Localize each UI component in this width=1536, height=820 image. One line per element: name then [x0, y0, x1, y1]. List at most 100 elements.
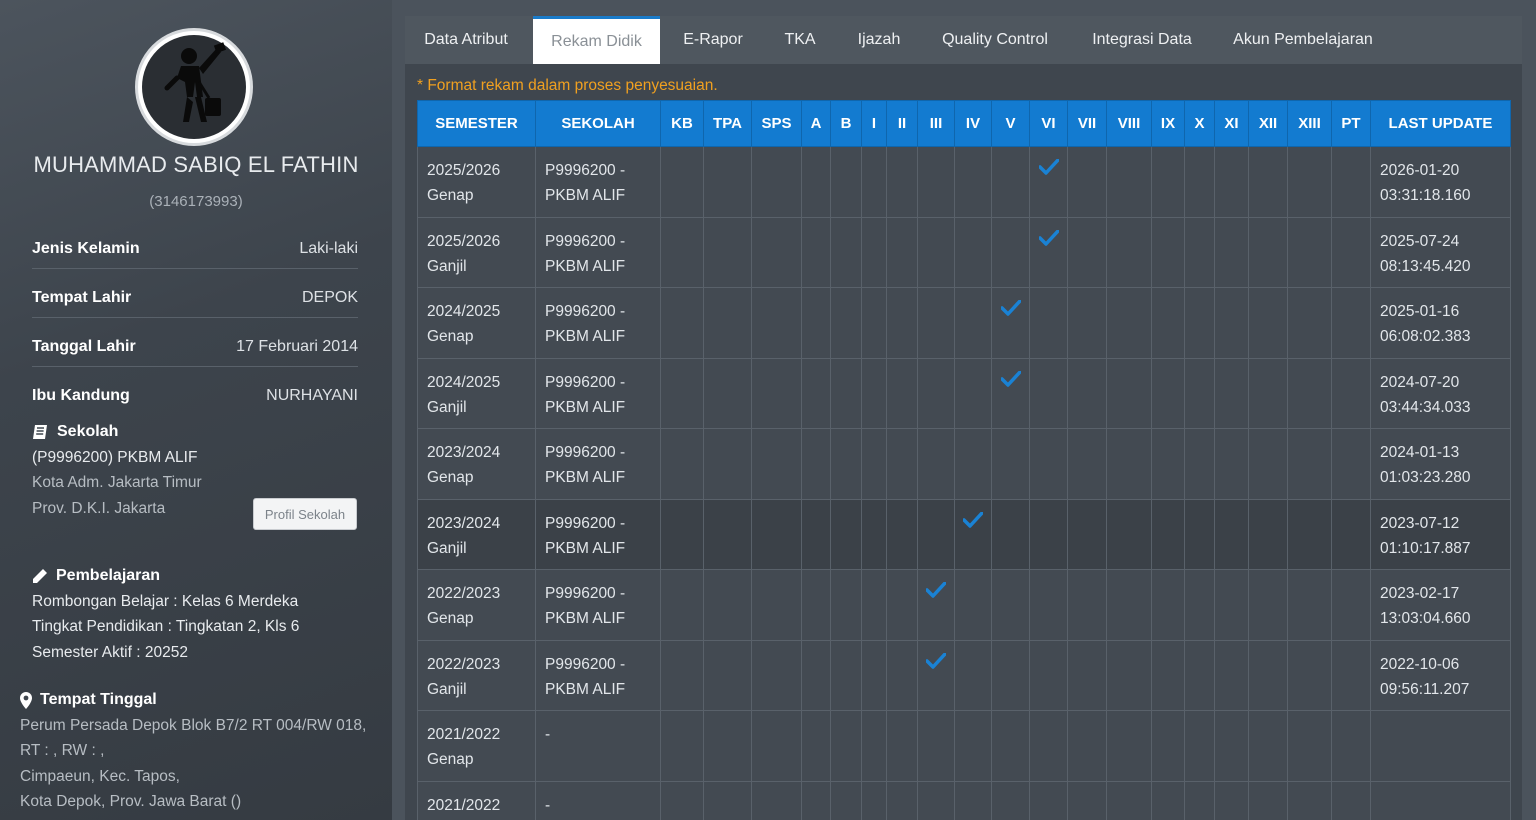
level-cell-xi [1214, 428, 1249, 500]
level-cell-v [991, 428, 1030, 500]
school-province: Prov. D.K.I. Jakarta [32, 500, 166, 517]
tab-akun-pembelajaran[interactable]: Akun Pembelajaran [1217, 16, 1389, 64]
table-row: 2023/2024 Ganjil P9996200 - PKBM ALIF 2023… [417, 498, 1511, 570]
semester-cell: 2023/2024 Genap [417, 428, 536, 500]
sekolah-cell: P9996200 - PKBM ALIF [535, 428, 661, 500]
level-cell-ix [1151, 498, 1185, 570]
level-cell-i [861, 287, 887, 359]
level-cell-iii [917, 357, 955, 429]
format-notice: * Format rekam dalam proses penyesuaian. [417, 77, 718, 94]
semester-cell: 2021/2022 [417, 780, 536, 820]
level-cell-vii [1067, 569, 1107, 641]
level-cell-x [1184, 287, 1215, 359]
level-cell-x [1184, 639, 1215, 711]
level-cell-xii [1248, 498, 1288, 570]
level-cell-vii [1067, 216, 1107, 288]
level-cell-sps [751, 498, 802, 570]
profil-sekolah-button[interactable]: Profil Sekolah [253, 498, 357, 530]
level-cell-ix [1151, 710, 1185, 782]
last-update-cell-text [1371, 782, 1510, 793]
level-cell-iv [954, 357, 992, 429]
sekolah-cell-text: P9996200 - PKBM ALIF [545, 514, 626, 557]
level-cell-xii [1248, 428, 1288, 500]
level-cell-xii [1248, 710, 1288, 782]
level-cell-i [861, 569, 887, 641]
level-cell-viii [1106, 569, 1152, 641]
last-update-cell: 2023-02-17 13:03:04.660 [1370, 569, 1511, 641]
check-icon [999, 299, 1022, 316]
address-line-4: Kota Depok, Prov. Jawa Barat () [20, 793, 242, 810]
sekolah-cell: P9996200 - PKBM ALIF [535, 498, 661, 570]
tab-data-atribut[interactable]: Data Atribut [405, 16, 527, 64]
tab-quality-control[interactable]: Quality Control [925, 16, 1065, 64]
column-header-tpa: TPA [703, 100, 752, 147]
level-cell-b [830, 569, 862, 641]
level-cell-iv [954, 287, 992, 359]
level-cell-iii [917, 569, 955, 641]
level-cell-vi [1029, 287, 1068, 359]
level-cell-tpa [703, 710, 752, 782]
level-cell-ix [1151, 216, 1185, 288]
level-cell-b [830, 146, 862, 218]
level-cell-pt [1331, 780, 1371, 820]
level-cell-iv [954, 639, 992, 711]
column-header-iv: IV [954, 100, 992, 147]
level-cell-i [861, 428, 887, 500]
table-row: 2021/2022 - [417, 780, 1511, 820]
level-cell-vi [1029, 710, 1068, 782]
info-label: Tanggal Lahir [32, 337, 136, 355]
level-cell-x [1184, 216, 1215, 288]
tab-integrasi-data[interactable]: Integrasi Data [1075, 16, 1209, 64]
info-value: Laki-laki [299, 239, 358, 257]
tempat-tinggal-section-title: Tempat Tinggal [20, 691, 157, 709]
level-cell-v [991, 780, 1030, 820]
info-label: Ibu Kandung [32, 387, 130, 404]
tab-tka[interactable]: TKA [765, 16, 835, 64]
level-cell-b [830, 780, 862, 820]
level-cell-sps [751, 569, 802, 641]
column-header-semester: SEMESTER [417, 100, 536, 147]
level-cell-v [991, 498, 1030, 570]
semester-cell: 2021/2022 Genap [417, 710, 536, 782]
tab-ijazah[interactable]: Ijazah [841, 16, 917, 64]
level-cell-kb [660, 146, 704, 218]
last-update-cell-text: 2024-01-13 01:03:23.280 [1380, 444, 1471, 486]
level-cell-x [1184, 710, 1215, 782]
level-cell-pt [1331, 639, 1371, 711]
level-cell-ix [1151, 569, 1185, 641]
level-cell-kb [660, 216, 704, 288]
last-update-cell-text: 2025-01-16 06:08:02.383 [1380, 303, 1471, 345]
level-cell-tpa [703, 498, 752, 570]
level-cell-vi [1029, 216, 1068, 288]
semester-cell-text: 2025/2026 Ganjil [427, 232, 501, 275]
tab-rekam-didik[interactable]: Rekam Didik [533, 16, 660, 64]
semester-cell: 2025/2026 Genap [417, 146, 536, 218]
sekolah-cell-text: P9996200 - PKBM ALIF [545, 585, 626, 627]
level-cell-ii [886, 357, 918, 429]
column-header-viii: VIII [1106, 100, 1152, 147]
sekolah-cell-text: - [545, 726, 551, 743]
level-cell-vi [1029, 146, 1068, 218]
level-cell-pt [1331, 428, 1371, 500]
tab-e-rapor[interactable]: E-Rapor [667, 16, 759, 64]
level-cell-xi [1214, 357, 1249, 429]
level-cell-kb [660, 357, 704, 429]
student-nisn: (3146173993) [149, 193, 243, 210]
level-cell-x [1184, 146, 1215, 218]
level-cell-sps [751, 216, 802, 288]
check-icon [925, 651, 947, 669]
column-header-iii: III [917, 100, 955, 147]
level-cell-ii [886, 569, 918, 641]
level-cell-v [991, 569, 1030, 641]
level-cell-a [801, 428, 831, 500]
info-label: Jenis Kelamin [32, 239, 140, 257]
level-cell-ix [1151, 146, 1185, 218]
semester-cell-text: 2024/2025 Genap [427, 303, 501, 345]
sekolah-cell-text: - [545, 796, 551, 814]
semester-cell: 2024/2025 Ganjil [417, 357, 536, 429]
level-cell-iii [917, 780, 955, 820]
level-cell-ii [886, 780, 918, 820]
level-cell-vii [1067, 498, 1107, 570]
semester-cell: 2022/2023 Genap [417, 569, 536, 641]
level-cell-a [801, 569, 831, 641]
